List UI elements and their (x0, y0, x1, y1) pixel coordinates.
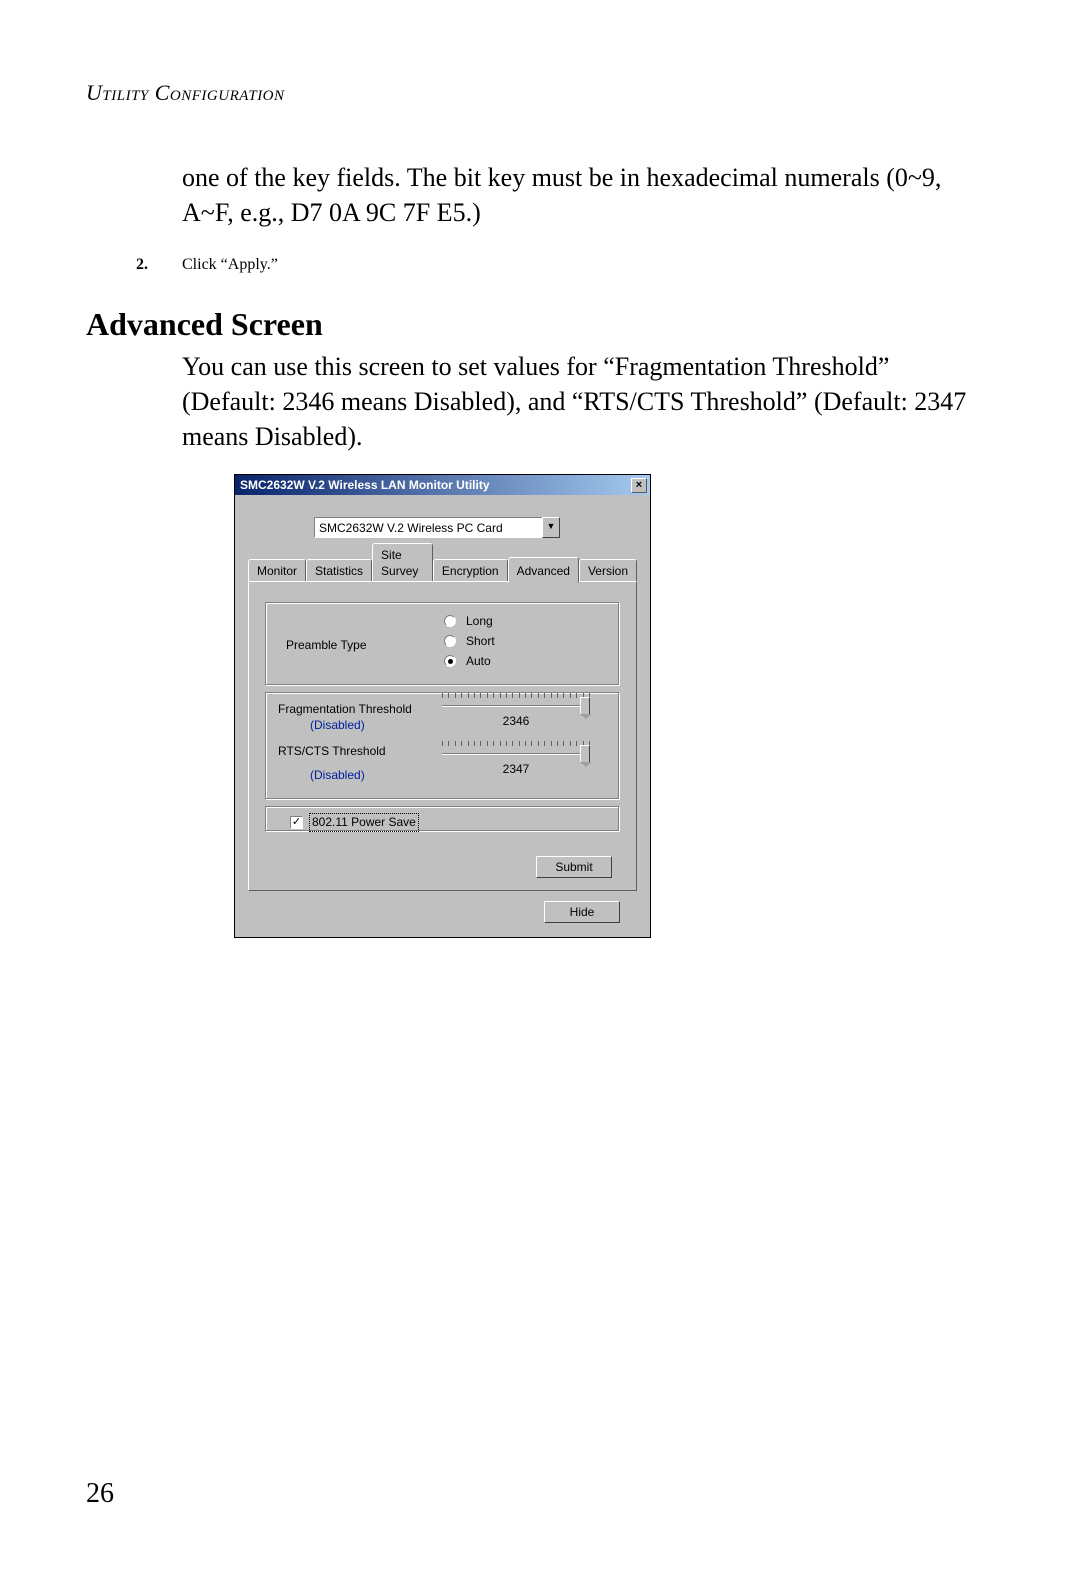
preamble-label: Preamble Type (286, 637, 367, 653)
tab-version[interactable]: Version (579, 559, 637, 582)
preamble-group: Preamble Type Long Short Auto (265, 602, 620, 686)
radio-long[interactable]: Long (444, 611, 495, 631)
page-number: 26 (86, 1478, 114, 1510)
rts-slider[interactable]: 2347 (442, 739, 590, 759)
titlebar: SMC2632W V.2 Wireless LAN Monitor Utilit… (235, 475, 650, 495)
adapter-select[interactable]: SMC2632W V.2 Wireless PC Card▼ (314, 517, 564, 538)
button-label: Hide (570, 905, 595, 919)
titlebar-text: SMC2632W V.2 Wireless LAN Monitor Utilit… (240, 477, 490, 493)
radio-auto[interactable]: Auto (444, 651, 495, 671)
radio-label: Auto (466, 653, 491, 669)
rts-disabled: (Disabled) (310, 767, 365, 783)
tab-label: Advanced (517, 564, 570, 578)
checkbox-icon: ✓ (290, 816, 303, 829)
adapter-select-value: SMC2632W V.2 Wireless PC Card (314, 517, 542, 538)
tab-panel-advanced: Preamble Type Long Short Auto (248, 581, 637, 891)
section-intro: You can use this screen to set values fo… (182, 349, 970, 454)
radio-short[interactable]: Short (444, 631, 495, 651)
tab-label: Version (588, 564, 628, 578)
radio-label: Short (466, 633, 495, 649)
tab-site-survey[interactable]: Site Survey (372, 543, 433, 582)
tab-encryption[interactable]: Encryption (433, 559, 508, 582)
radio-icon (444, 615, 456, 627)
screenshot-wrapper: SMC2632W V.2 Wireless LAN Monitor Utilit… (182, 474, 970, 938)
chevron-down-icon[interactable]: ▼ (542, 517, 560, 538)
manual-page: Utility Configuration one of the key fie… (0, 0, 1080, 1570)
step-text: Click “Apply.” (182, 256, 278, 274)
section-intro-text: You can use this screen to set values fo… (182, 352, 966, 451)
rts-label: RTS/CTS Threshold (278, 743, 386, 759)
tab-monitor[interactable]: Monitor (248, 559, 306, 582)
rts-value: 2347 (442, 761, 590, 777)
fragmentation-label: Fragmentation Threshold (278, 701, 412, 717)
paragraph-text: one of the key fields. The bit key must … (182, 163, 941, 227)
fragmentation-value: 2346 (442, 713, 590, 729)
slider-track (442, 705, 590, 707)
fragmentation-slider[interactable]: 2346 (442, 691, 590, 711)
power-save-checkbox[interactable]: ✓ 802.11 Power Save (290, 813, 419, 831)
paragraph-continuation: one of the key fields. The bit key must … (182, 160, 970, 230)
radio-icon (444, 655, 456, 667)
tab-statistics[interactable]: Statistics (306, 559, 372, 582)
slider-track (442, 753, 590, 755)
slider-ticks (442, 693, 590, 699)
tab-label: Monitor (257, 564, 297, 578)
power-save-label: 802.11 Power Save (309, 813, 419, 831)
step-item: 2. Click “Apply.” (136, 256, 970, 274)
close-icon[interactable]: × (631, 478, 647, 493)
tab-advanced[interactable]: Advanced (508, 557, 579, 583)
fragmentation-disabled: (Disabled) (310, 717, 365, 733)
tabstrip: Monitor Statistics Site Survey Encryptio… (248, 560, 637, 582)
button-label: Submit (555, 860, 592, 874)
running-head: Utility Configuration (86, 80, 970, 106)
step-list: 2. Click “Apply.” (136, 256, 970, 274)
radio-label: Long (466, 613, 493, 629)
threshold-group: Fragmentation Threshold (Disabled) 2346 … (265, 692, 620, 800)
tab-label: Site Survey (381, 548, 418, 578)
running-head-text: Utility Configuration (86, 80, 285, 105)
section-heading: Advanced Screen (86, 306, 970, 343)
tab-label: Encryption (442, 564, 499, 578)
submit-button[interactable]: Submit (536, 856, 612, 878)
wlan-utility-dialog: SMC2632W V.2 Wireless LAN Monitor Utilit… (234, 474, 651, 938)
tab-label: Statistics (315, 564, 363, 578)
hide-button[interactable]: Hide (544, 901, 620, 923)
radio-icon (444, 635, 456, 647)
slider-ticks (442, 741, 590, 747)
preamble-radios: Long Short Auto (444, 611, 495, 671)
step-number: 2. (136, 256, 168, 274)
powersave-group: ✓ 802.11 Power Save (265, 806, 620, 832)
